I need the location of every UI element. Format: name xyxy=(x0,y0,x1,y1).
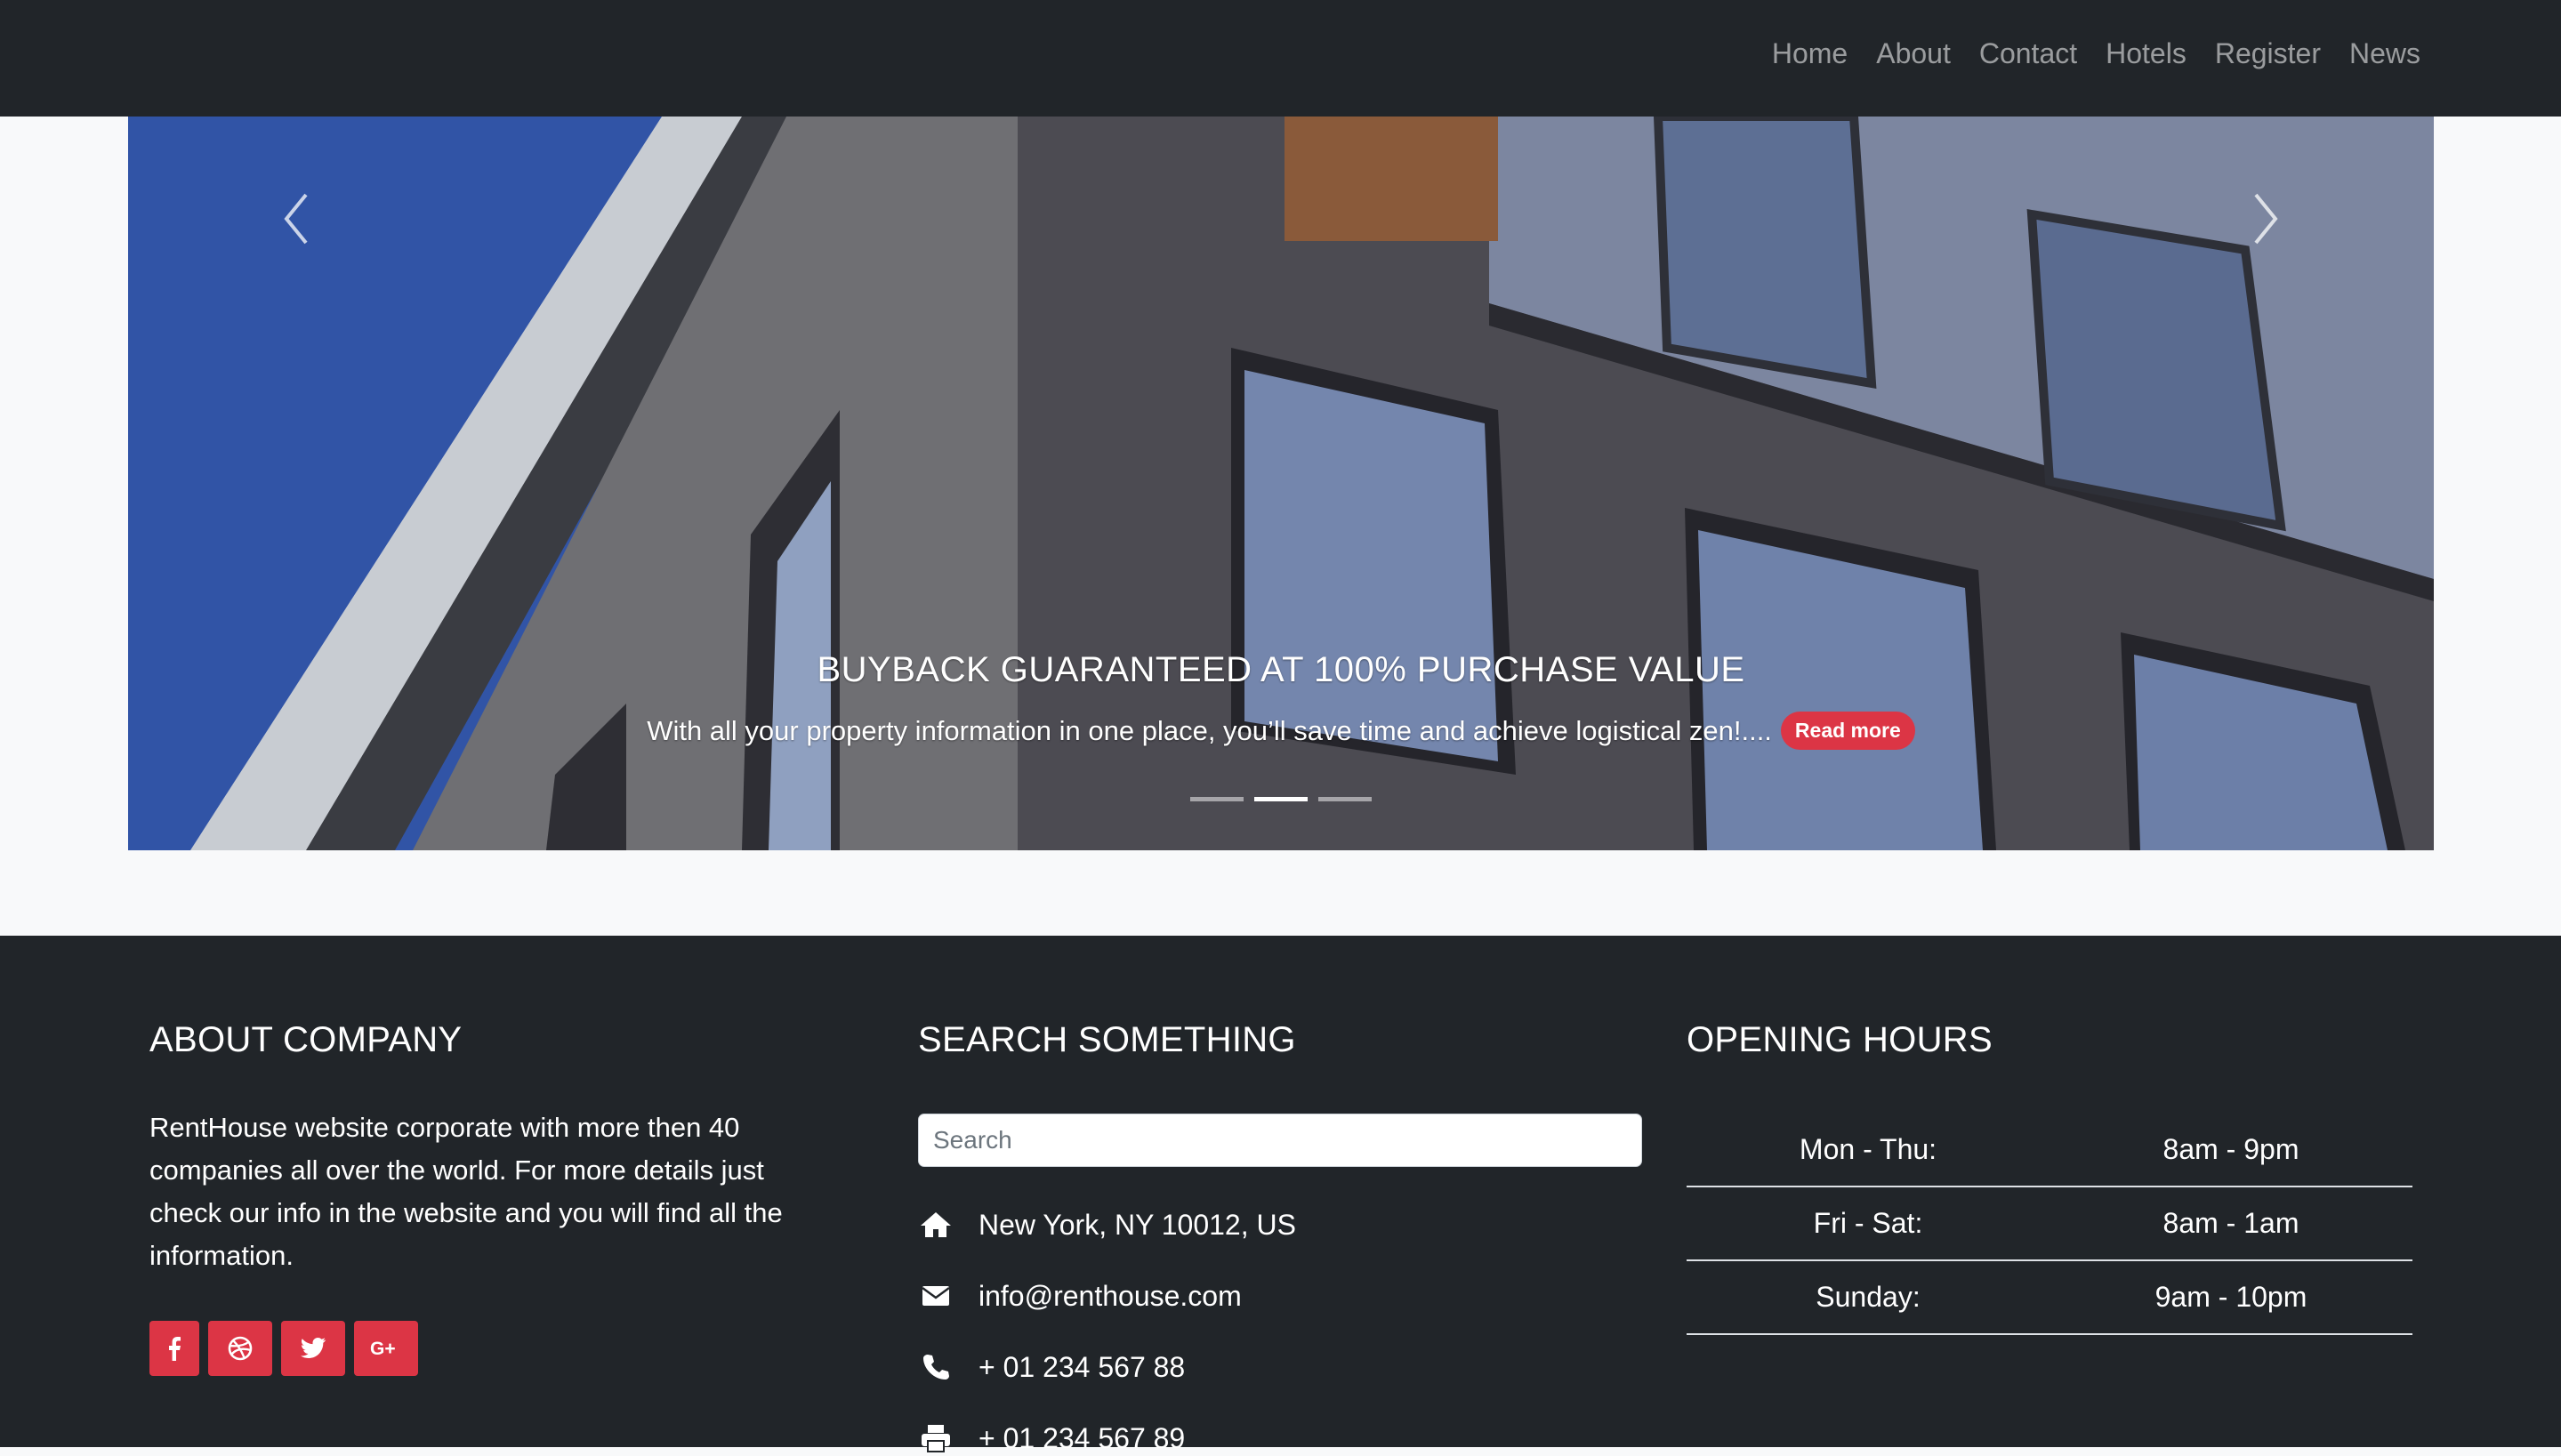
table-row: Mon - Thu: 8am - 9pm xyxy=(1687,1114,2412,1187)
table-row: Sunday: 9am - 10pm xyxy=(1687,1260,2412,1335)
nav-link-about[interactable]: About xyxy=(1876,37,1951,70)
nav-link-contact[interactable]: Contact xyxy=(1979,37,2077,70)
carousel-next-button[interactable] xyxy=(2229,170,2300,268)
carousel-indicator-3[interactable] xyxy=(1318,797,1372,801)
facebook-button[interactable] xyxy=(149,1321,199,1376)
hours-table: Mon - Thu: 8am - 9pm Fri - Sat: 8am - 1a… xyxy=(1687,1114,2412,1335)
hours-time: 8am - 1am xyxy=(2050,1187,2412,1261)
nav-link-home[interactable]: Home xyxy=(1772,37,1848,70)
contact-fax: + 01 234 567 89 xyxy=(918,1420,1185,1456)
chevron-right-icon xyxy=(2254,193,2278,245)
carousel-indicators xyxy=(128,797,2434,801)
hours-heading: OPENING HOURS xyxy=(1687,1020,1993,1059)
envelope-icon xyxy=(918,1278,954,1314)
navbar: Home About Contact Hotels Register News xyxy=(0,0,2561,117)
read-more-badge[interactable]: Read more xyxy=(1780,712,1915,750)
twitter-button[interactable] xyxy=(281,1321,345,1376)
contact-email: info@renthouse.com xyxy=(918,1278,1242,1314)
contact-address-text: New York, NY 10012, US xyxy=(978,1208,1296,1241)
nav-links: Home About Contact Hotels Register News xyxy=(1772,0,2420,107)
svg-text:G+: G+ xyxy=(370,1339,396,1359)
home-icon xyxy=(918,1207,954,1243)
social-links: G+ xyxy=(149,1321,418,1376)
phone-icon xyxy=(918,1349,954,1385)
contact-address: New York, NY 10012, US xyxy=(918,1207,1296,1243)
hours-time: 9am - 10pm xyxy=(2050,1260,2412,1335)
about-heading: ABOUT COMPANY xyxy=(149,1020,463,1059)
print-icon xyxy=(918,1420,954,1456)
dribbble-icon xyxy=(228,1336,253,1361)
search-input[interactable] xyxy=(918,1114,1642,1167)
footer: ABOUT COMPANY RentHouse website corporat… xyxy=(0,936,2561,1454)
carousel-indicator-2[interactable] xyxy=(1254,797,1308,801)
contact-phone: + 01 234 567 88 xyxy=(918,1349,1185,1385)
nav-link-register[interactable]: Register xyxy=(2215,37,2321,70)
carousel-title: BUYBACK GUARANTEED AT 100% PURCHASE VALU… xyxy=(817,650,1745,689)
carousel-indicator-1[interactable] xyxy=(1190,797,1244,801)
hero-carousel: BUYBACK GUARANTEED AT 100% PURCHASE VALU… xyxy=(128,117,2434,850)
google-plus-button[interactable]: G+ xyxy=(354,1321,418,1376)
twitter-icon xyxy=(300,1338,326,1358)
nav-link-news[interactable]: News xyxy=(2349,37,2420,70)
search-heading: SEARCH SOMETHING xyxy=(918,1020,1296,1059)
facebook-icon xyxy=(169,1337,181,1361)
hours-day: Fri - Sat: xyxy=(1687,1187,2050,1261)
about-text: RentHouse website corporate with more th… xyxy=(149,1112,783,1271)
hours-day: Sunday: xyxy=(1687,1260,2050,1335)
chevron-left-icon xyxy=(284,193,308,245)
table-row: Fri - Sat: 8am - 1am xyxy=(1687,1187,2412,1261)
carousel-text: With all your property information in on… xyxy=(647,714,1772,746)
hours-time: 8am - 9pm xyxy=(2050,1114,2412,1187)
google-plus-icon: G+ xyxy=(370,1339,396,1359)
dribbble-button[interactable] xyxy=(208,1321,272,1376)
contact-fax-text: + 01 234 567 89 xyxy=(978,1421,1186,1454)
carousel-caption: BUYBACK GUARANTEED AT 100% PURCHASE VALU… xyxy=(128,650,2434,750)
nav-link-hotels[interactable]: Hotels xyxy=(2106,37,2187,70)
carousel-text-row: With all your property information in on… xyxy=(128,712,2434,750)
contact-phone-text: + 01 234 567 88 xyxy=(978,1350,1186,1383)
contact-email-text[interactable]: info@renthouse.com xyxy=(978,1280,1242,1313)
carousel-prev-button[interactable] xyxy=(262,170,333,268)
hours-day: Mon - Thu: xyxy=(1687,1114,2050,1187)
